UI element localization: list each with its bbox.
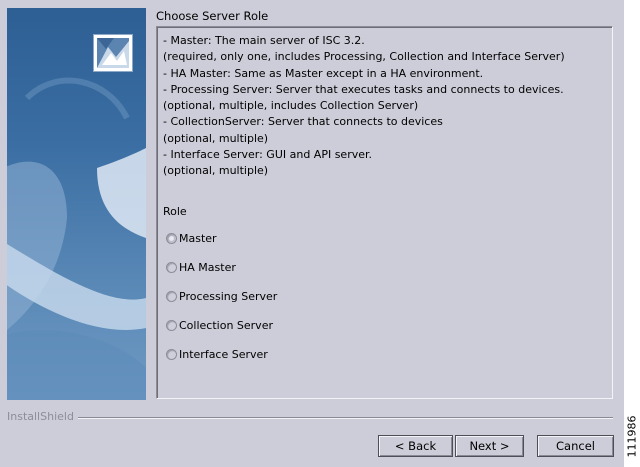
role-option-master[interactable]: Master [166, 230, 217, 246]
description-line: (optional, multiple, includes Collection… [163, 99, 419, 113]
radio-button-icon[interactable] [166, 232, 177, 244]
description-line: - Interface Server: GUI and API server. [163, 148, 373, 162]
figure-number: 111986 [624, 410, 640, 467]
role-option-label: Processing Server [179, 289, 278, 303]
role-option-label: Collection Server [179, 318, 273, 332]
installshield-label: InstallShield [7, 410, 77, 423]
installer-window: Choose Server Role - Master: The main se… [0, 0, 624, 467]
description-line: (optional, multiple) [163, 164, 269, 178]
radio-button-icon[interactable] [166, 261, 177, 273]
role-option-interface-server[interactable]: Interface Server [166, 346, 268, 362]
description-line: - CollectionServer: Server that connects… [163, 115, 443, 129]
radio-button-icon[interactable] [166, 290, 177, 302]
description-line: - HA Master: Same as Master except in a … [163, 66, 484, 80]
cancel-button[interactable]: Cancel [537, 435, 614, 457]
figure-number-text: 111986 [625, 415, 639, 458]
back-button[interactable]: < Back [378, 435, 453, 457]
role-option-processing-server[interactable]: Processing Server [166, 288, 277, 304]
description-line: (optional, multiple) [163, 131, 269, 145]
role-option-label: HA Master [179, 260, 236, 274]
footer-divider [78, 417, 613, 419]
description-line: (required, only one, includes Processing… [163, 50, 565, 64]
radio-button-icon[interactable] [166, 348, 177, 360]
next-button[interactable]: Next > [455, 435, 524, 457]
side-banner-image [7, 8, 146, 400]
role-description-panel: - Master: The main server of ISC 3.2. (re… [156, 26, 613, 399]
role-option-ha-master[interactable]: HA Master [166, 259, 236, 275]
page-title: Choose Server Role [156, 9, 269, 23]
role-option-label: Master [179, 231, 217, 245]
description-line: - Processing Server: Server that execute… [163, 82, 564, 96]
role-description-list: - Master: The main server of ISC 3.2. (re… [163, 33, 565, 180]
role-group-label: Role [163, 205, 187, 218]
role-option-label: Interface Server [179, 347, 268, 361]
description-line: - Master: The main server of ISC 3.2. [163, 34, 365, 47]
radio-button-icon[interactable] [166, 319, 177, 331]
role-option-collection-server[interactable]: Collection Server [166, 317, 273, 333]
installshield-logo-icon [93, 34, 133, 72]
